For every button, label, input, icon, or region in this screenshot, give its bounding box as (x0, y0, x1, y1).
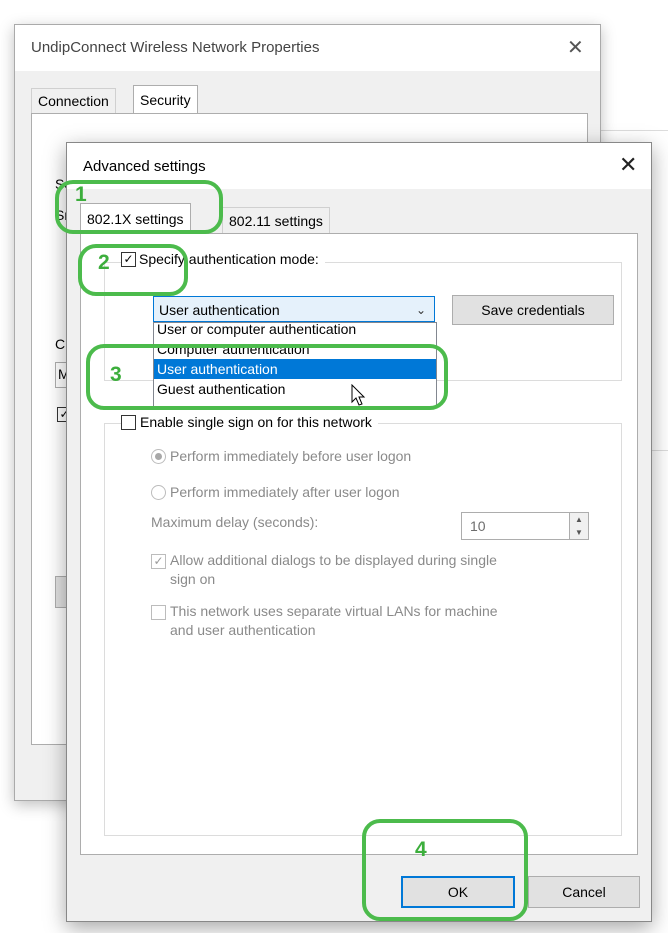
checkbox-icon (151, 605, 166, 620)
perform-after-logon-radio[interactable]: Perform immediately after user logon (151, 484, 400, 500)
title-bar: UndipConnect Wireless Network Properties… (15, 25, 600, 71)
annotation-number: 4 (415, 838, 427, 861)
save-credentials-button[interactable]: Save credentials (452, 295, 614, 325)
chevron-down-icon: ⌄ (415, 303, 426, 317)
settings-panel: ✓ Specify authentication mode: User auth… (80, 233, 638, 855)
max-delay-value: 10 (470, 518, 486, 534)
tab-security[interactable]: Security (133, 85, 198, 114)
perform-before-logon-radio[interactable]: Perform immediately before user logon (151, 448, 411, 464)
spin-up-icon[interactable]: ▲ (569, 513, 588, 526)
annotation-number: 3 (110, 363, 122, 386)
spin-down-icon[interactable]: ▼ (569, 526, 588, 539)
radio-label: Perform immediately after user logon (170, 484, 400, 500)
window-title: UndipConnect Wireless Network Properties (31, 39, 320, 56)
separate-vlans-label: This network uses separate virtual LANs … (170, 603, 498, 619)
allow-dialogs-checkbox[interactable]: ✓ Allow additional dialogs to be display… (151, 551, 497, 589)
allow-dialogs-label: sign on (170, 571, 216, 587)
cancel-button[interactable]: Cancel (528, 876, 640, 908)
close-icon[interactable]: ✕ (619, 152, 637, 178)
separate-vlans-checkbox[interactable]: This network uses separate virtual LANs … (151, 602, 498, 640)
max-delay-label: Maximum delay (seconds): (151, 514, 319, 530)
annotation-highlight (86, 344, 448, 410)
dropdown-option[interactable]: User or computer authentication (154, 323, 436, 339)
annotation-number: 1 (75, 183, 87, 206)
tab-802-11-settings[interactable]: 802.11 settings (222, 207, 330, 234)
radio-selected-icon (151, 448, 166, 464)
max-delay-spinner[interactable]: 10 ▲ ▼ (461, 512, 589, 540)
annotation-highlight (78, 244, 188, 296)
allow-dialogs-label: Allow additional dialogs to be displayed… (170, 552, 497, 568)
auth-mode-select[interactable]: User authentication ⌄ (153, 296, 435, 322)
annotation-number: 2 (98, 251, 110, 274)
annotation-highlight (362, 819, 528, 921)
divider (600, 130, 668, 131)
checkbox-checked-icon: ✓ (151, 554, 166, 569)
radio-label: Perform immediately before user logon (170, 448, 412, 464)
checkbox-icon (121, 414, 136, 430)
separate-vlans-label: and user authentication (170, 622, 316, 638)
close-icon[interactable]: ✕ (567, 35, 584, 60)
enable-sso-checkbox[interactable]: Enable single sign on for this network (121, 414, 378, 430)
enable-sso-label: Enable single sign on for this network (140, 414, 372, 430)
auth-mode-value: User authentication (159, 302, 280, 318)
dialog-title: Advanced settings (83, 158, 206, 175)
tab-connection[interactable]: Connection (31, 88, 116, 114)
radio-icon (151, 484, 166, 500)
